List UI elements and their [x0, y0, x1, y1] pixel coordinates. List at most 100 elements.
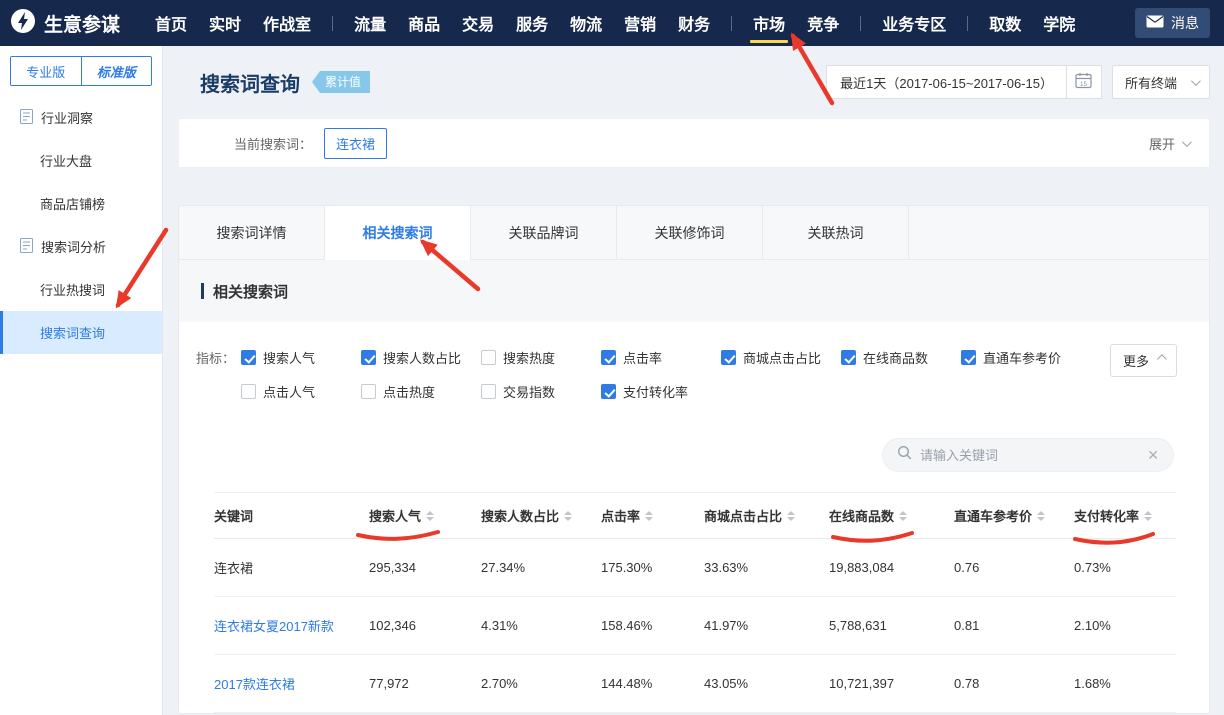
- checkbox-unchecked-icon[interactable]: [481, 350, 496, 365]
- sidebar-item-industry-insight[interactable]: 行业洞察: [0, 96, 162, 139]
- column-header-online-products[interactable]: 在线商品数: [829, 493, 954, 539]
- report-icon: [20, 238, 33, 256]
- date-range-selector[interactable]: 最近1天（2017-06-15~2017-06-15）: [826, 65, 1067, 99]
- nav-item-service[interactable]: 服务: [505, 0, 559, 46]
- terminal-select-value: 所有终端: [1125, 73, 1177, 92]
- metric-click-rate[interactable]: 点击率: [601, 348, 721, 367]
- sort-icon[interactable]: [899, 511, 907, 521]
- chevron-down-icon: [1182, 137, 1192, 147]
- metric-payment-conversion[interactable]: 支付转化率: [601, 382, 721, 401]
- tab-related-hot-words[interactable]: 关联热词: [763, 206, 909, 260]
- keyword-search-input[interactable]: [920, 448, 1139, 463]
- checkbox-checked-icon[interactable]: [841, 350, 856, 365]
- nav-item-home[interactable]: 首页: [144, 0, 198, 46]
- nav-item-market-active[interactable]: 市场: [742, 0, 796, 46]
- checkbox-checked-icon[interactable]: [601, 384, 616, 399]
- clear-search-icon[interactable]: ✕: [1147, 448, 1159, 462]
- sort-icon[interactable]: [426, 511, 434, 521]
- version-tab-standard[interactable]: 标准版: [82, 57, 152, 85]
- sidebar-item-label: 行业热搜词: [40, 280, 105, 299]
- metric-label: 点击人气: [263, 382, 315, 401]
- checkbox-checked-icon[interactable]: [721, 350, 736, 365]
- sidebar-item-hot-search-words[interactable]: 行业热搜词: [0, 268, 162, 311]
- table-row: 2017款连衣裙 77,972 2.70% 144.48% 43.05% 10,…: [214, 655, 1176, 713]
- sidebar-item-search-word-query-active[interactable]: 搜索词查询: [0, 311, 162, 354]
- checkbox-checked-icon[interactable]: [961, 350, 976, 365]
- metric-search-heat[interactable]: 搜索热度: [481, 348, 601, 367]
- current-term-tag[interactable]: 连衣裙: [324, 128, 387, 159]
- keyword-link[interactable]: 2017款连衣裙: [214, 677, 295, 692]
- nav-item-business-zone[interactable]: 业务专区: [871, 0, 957, 46]
- metric-trade-index[interactable]: 交易指数: [481, 382, 601, 401]
- nav-item-finance[interactable]: 财务: [667, 0, 721, 46]
- sort-icon[interactable]: [1144, 511, 1152, 521]
- version-tab-pro[interactable]: 专业版: [11, 57, 82, 85]
- nav-item-trade[interactable]: 交易: [451, 0, 505, 46]
- nav-item-marketing[interactable]: 营销: [613, 0, 667, 46]
- checkbox-checked-icon[interactable]: [241, 350, 256, 365]
- section-header: 相关搜索词: [179, 260, 1209, 322]
- nav-item-competition[interactable]: 竞争: [796, 0, 850, 46]
- brand[interactable]: 生意参谋: [10, 8, 144, 39]
- checkbox-checked-icon[interactable]: [361, 350, 376, 365]
- metric-online-products[interactable]: 在线商品数: [841, 348, 961, 367]
- cell-value: 158.46%: [601, 597, 704, 655]
- nav-item-warroom[interactable]: 作战室: [252, 0, 322, 46]
- column-header-search-popularity[interactable]: 搜索人气: [369, 493, 481, 539]
- column-header-payment-conversion[interactable]: 支付转化率: [1074, 493, 1176, 539]
- column-header-mall-click-ratio[interactable]: 商城点击占比: [704, 493, 829, 539]
- metric-mall-click-ratio[interactable]: 商城点击占比: [721, 348, 841, 367]
- keyword-search-box[interactable]: ✕: [882, 438, 1174, 472]
- checkbox-unchecked-icon[interactable]: [241, 384, 256, 399]
- sidebar: 专业版 标准版 行业洞察 行业大盘 商品店铺榜 搜索词分析: [0, 46, 163, 715]
- checkbox-unchecked-icon[interactable]: [361, 384, 376, 399]
- svg-text:15: 15: [1080, 81, 1088, 88]
- sort-icon[interactable]: [1037, 511, 1045, 521]
- sort-icon[interactable]: [564, 511, 572, 521]
- page-header: 搜索词查询 累计值 最近1天（2017-06-15~2017-06-15） 15…: [178, 46, 1210, 110]
- message-label: 消息: [1171, 13, 1199, 33]
- metric-ztc-reference-price[interactable]: 直通车参考价: [961, 348, 1081, 367]
- nav-item-academy[interactable]: 学院: [1032, 0, 1086, 46]
- expand-toggle[interactable]: 展开: [1149, 134, 1189, 153]
- table-row: 连衣裙 295,334 27.34% 175.30% 33.63% 19,883…: [214, 539, 1176, 597]
- metric-searcher-ratio[interactable]: 搜索人数占比: [361, 348, 481, 367]
- tab-related-search-words-active[interactable]: 相关搜索词: [325, 206, 471, 260]
- tab-search-word-detail[interactable]: 搜索词详情: [179, 206, 325, 260]
- search-icon: [897, 445, 912, 465]
- metric-click-heat[interactable]: 点击热度: [361, 382, 481, 401]
- calendar-button[interactable]: 15: [1066, 65, 1102, 99]
- nav-item-logistics[interactable]: 物流: [559, 0, 613, 46]
- cell-value: 5,788,631: [829, 597, 954, 655]
- sidebar-item-industry-overview[interactable]: 行业大盘: [0, 139, 162, 182]
- sort-icon[interactable]: [787, 511, 795, 521]
- more-metrics-button[interactable]: 更多: [1110, 344, 1177, 377]
- cell-value: 0.73%: [1074, 539, 1176, 597]
- sidebar-item-search-analysis[interactable]: 搜索词分析: [0, 225, 162, 268]
- metric-label: 搜索热度: [503, 348, 555, 367]
- message-button[interactable]: 消息: [1135, 8, 1210, 38]
- tab-related-modifier-words[interactable]: 关联修饰词: [617, 206, 763, 260]
- column-header-searcher-ratio[interactable]: 搜索人数占比: [481, 493, 601, 539]
- tab-related-brand-words[interactable]: 关联品牌词: [471, 206, 617, 260]
- metric-click-popularity[interactable]: 点击人气: [241, 382, 361, 401]
- nav-item-data-fetch[interactable]: 取数: [978, 0, 1032, 46]
- nav-item-goods[interactable]: 商品: [397, 0, 451, 46]
- sidebar-item-label: 搜索词分析: [41, 237, 106, 256]
- terminal-select[interactable]: 所有终端: [1112, 65, 1210, 99]
- sort-icon[interactable]: [645, 511, 653, 521]
- checkbox-checked-icon[interactable]: [601, 350, 616, 365]
- keyword-link[interactable]: 连衣裙女夏2017新款: [214, 619, 334, 634]
- column-header-click-rate[interactable]: 点击率: [601, 493, 704, 539]
- nav-item-realtime[interactable]: 实时: [198, 0, 252, 46]
- metric-search-popularity[interactable]: 搜索人气: [241, 348, 361, 367]
- nav-item-traffic[interactable]: 流量: [343, 0, 397, 46]
- cell-value: 4.31%: [481, 597, 601, 655]
- envelope-icon: [1146, 15, 1164, 31]
- checkbox-unchecked-icon[interactable]: [481, 384, 496, 399]
- column-header-ztc-price[interactable]: 直通车参考价: [954, 493, 1074, 539]
- sidebar-item-shop-ranking[interactable]: 商品店铺榜: [0, 182, 162, 225]
- cell-value: 144.48%: [601, 655, 704, 713]
- tab-bar-filler: [909, 206, 1209, 260]
- metrics-label: 指标：: [196, 348, 241, 367]
